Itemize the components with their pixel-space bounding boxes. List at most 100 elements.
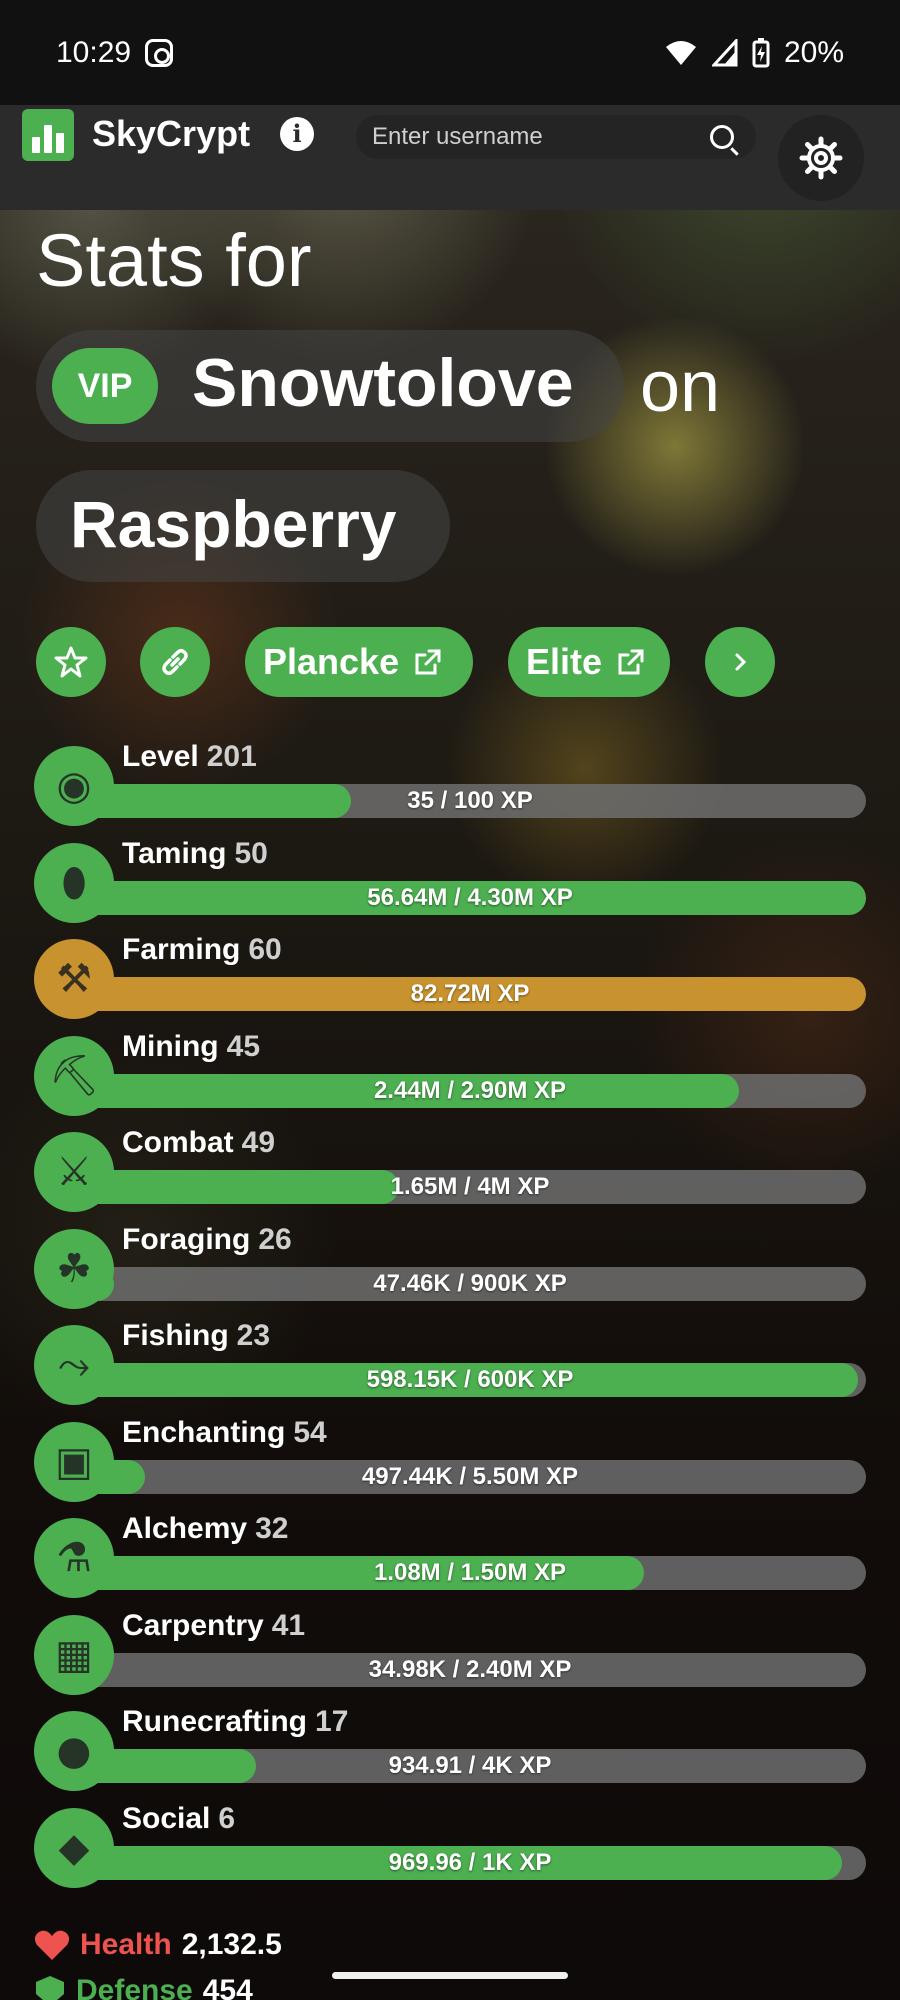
skill-xp-text: 47.46K / 900K XP — [373, 1269, 567, 1297]
star-icon — [54, 646, 88, 678]
skill-row[interactable]: 82.72M XP ⚒ Farming 60 — [34, 933, 866, 1019]
skill-level: 45 — [226, 1029, 261, 1063]
skill-xp-text: 82.72M XP — [410, 980, 530, 1007]
search-box — [356, 115, 756, 159]
search-input[interactable] — [372, 115, 702, 159]
skill-title: Mining 45 — [122, 1030, 260, 1064]
cellular-signal-icon — [711, 38, 738, 66]
health-value: 2,132.5 — [181, 1928, 282, 1961]
skill-xp-text: 35 / 100 XP — [407, 787, 533, 814]
skill-name: Social — [122, 1801, 211, 1835]
health-label: Health — [80, 1928, 172, 1961]
skill-row[interactable]: 969.96 / 1K XP ◆ Social 6 — [34, 1802, 866, 1888]
defense-value: 454 — [202, 1974, 253, 2000]
skyblock-level-icon: ◉ — [34, 746, 114, 826]
skill-row[interactable]: 1.08M / 1.50M XP ⚗ Alchemy 32 — [34, 1512, 866, 1598]
skill-xp-text: 497.44K / 5.50M XP — [361, 1462, 579, 1490]
status-bar: 10:29 20% — [0, 0, 900, 105]
skill-xp-text: 1.65M / 4M XP — [390, 1173, 550, 1200]
skill-level: 41 — [271, 1608, 306, 1642]
skill-title: Social 6 — [122, 1802, 235, 1836]
skill-title: Runecrafting 17 — [122, 1705, 348, 1739]
skill-title: Level 201 — [122, 740, 257, 774]
skill-xp-text: 1.08M / 1.50M XP — [373, 1559, 567, 1586]
skill-row[interactable]: 2.44M / 2.90M XP ⛏ Mining 45 — [34, 1030, 866, 1116]
more-links-button[interactable] — [705, 627, 775, 697]
external-link-icon — [415, 649, 441, 675]
favorite-button[interactable] — [36, 627, 106, 697]
skill-xp-text: 56.64M / 4.30M XP — [367, 883, 573, 911]
brand-name[interactable]: SkyCrypt — [92, 113, 250, 155]
skill-level: 50 — [234, 836, 268, 870]
skill-level: 6 — [218, 1801, 236, 1835]
sword-icon: ⚔ — [34, 1132, 114, 1212]
skill-level: 32 — [255, 1512, 289, 1545]
crafting-table-icon: ▦ — [34, 1614, 114, 1695]
defense-label: Defense — [76, 1974, 193, 2000]
skill-name: Fishing — [122, 1319, 229, 1352]
battery-charging-icon — [752, 37, 770, 67]
enchanting-table-icon: ▣ — [34, 1421, 114, 1502]
elite-label: Elite — [526, 641, 603, 682]
skill-xp-text: 598.15K / 600K XP — [366, 1366, 574, 1393]
chevron-right-icon — [735, 653, 747, 671]
skill-name: Level — [122, 740, 199, 773]
skill-row[interactable]: 598.15K / 600K XP ⤳ Fishing 23 — [34, 1319, 866, 1405]
skill-xp-text: 2.44M / 2.90M XP — [373, 1076, 567, 1104]
profile-selector[interactable]: Raspberry — [36, 470, 450, 582]
heart-icon — [34, 1930, 70, 1960]
shield-icon — [36, 1976, 64, 2000]
skill-name: Farming — [122, 933, 241, 966]
search-icon[interactable] — [710, 125, 734, 149]
golden-hoe-icon: ⚒ — [34, 939, 114, 1019]
battery-percent: 20% — [783, 35, 844, 69]
plancke-button[interactable]: Plancke — [245, 627, 473, 697]
skill-row[interactable]: 35 / 100 XP ◉ Level 201 — [34, 740, 866, 826]
player-pill[interactable]: VIP Snowtolove — [36, 330, 624, 442]
plancke-label: Plancke — [263, 641, 400, 682]
skill-progress-bar: 35 / 100 XP — [74, 784, 866, 818]
skill-progress-bar: 934.91 / 4K XP — [74, 1749, 866, 1783]
home-indicator[interactable] — [332, 1972, 568, 1979]
rank-badge: VIP — [52, 348, 158, 424]
skill-xp-text: 969.96 / 1K XP — [388, 1848, 552, 1876]
skill-row[interactable]: 497.44K / 5.50M XP ▣ Enchanting 54 — [34, 1416, 866, 1502]
sapling-icon: ☘ — [34, 1228, 114, 1309]
status-time: 10:29 — [56, 35, 132, 69]
info-icon[interactable]: i — [280, 117, 314, 151]
skill-progress-bar: 34.98K / 2.40M XP — [74, 1652, 866, 1687]
skill-progress-bar: 969.96 / 1K XP — [74, 1845, 866, 1880]
skill-progress-bar: 598.15K / 600K XP — [74, 1363, 866, 1397]
skill-row[interactable]: 34.98K / 2.40M XP ▦ Carpentry 41 — [34, 1609, 866, 1695]
skycrypt-logo-icon[interactable] — [22, 109, 74, 161]
copy-link-button[interactable] — [140, 627, 210, 697]
spawn-egg-icon: ⬮ — [34, 842, 114, 923]
page-title: Stats for — [36, 219, 312, 302]
skill-progress-bar: 2.44M / 2.90M XP — [74, 1073, 866, 1108]
skill-row[interactable]: 934.91 / 4K XP ● Runecrafting 17 — [34, 1705, 866, 1791]
navbar: SkyCrypt i — [0, 105, 900, 210]
skill-title: Carpentry 41 — [122, 1609, 305, 1643]
player-name: Snowtolove — [192, 345, 574, 421]
skill-level: 23 — [236, 1319, 271, 1352]
magma-cream-icon: ● — [34, 1711, 114, 1791]
emerald-icon: ◆ — [34, 1807, 114, 1888]
skill-name: Carpentry — [122, 1608, 264, 1642]
skill-level: 60 — [248, 933, 282, 966]
skill-row[interactable]: 56.64M / 4.30M XP ⬮ Taming 50 — [34, 836, 866, 923]
external-link-icon — [618, 649, 644, 675]
skill-title: Farming 60 — [122, 933, 282, 967]
brewing-stand-icon: ⚗ — [34, 1518, 114, 1598]
settings-button[interactable] — [778, 115, 864, 201]
skill-xp-text: 34.98K / 2.40M XP — [368, 1655, 572, 1683]
wifi-icon — [665, 40, 696, 65]
skill-progress-bar: 47.46K / 900K XP — [74, 1266, 866, 1301]
skill-name: Foraging — [122, 1222, 251, 1256]
skill-name: Alchemy — [122, 1512, 248, 1545]
elite-button[interactable]: Elite — [508, 627, 670, 697]
on-text: on — [640, 347, 721, 427]
skill-row[interactable]: 1.65M / 4M XP ⚔ Combat 49 — [34, 1126, 866, 1212]
skill-row[interactable]: 47.46K / 900K XP ☘ Foraging 26 — [34, 1222, 866, 1309]
skill-progress-bar: 82.72M XP — [74, 977, 866, 1011]
skill-level: 17 — [315, 1705, 349, 1738]
